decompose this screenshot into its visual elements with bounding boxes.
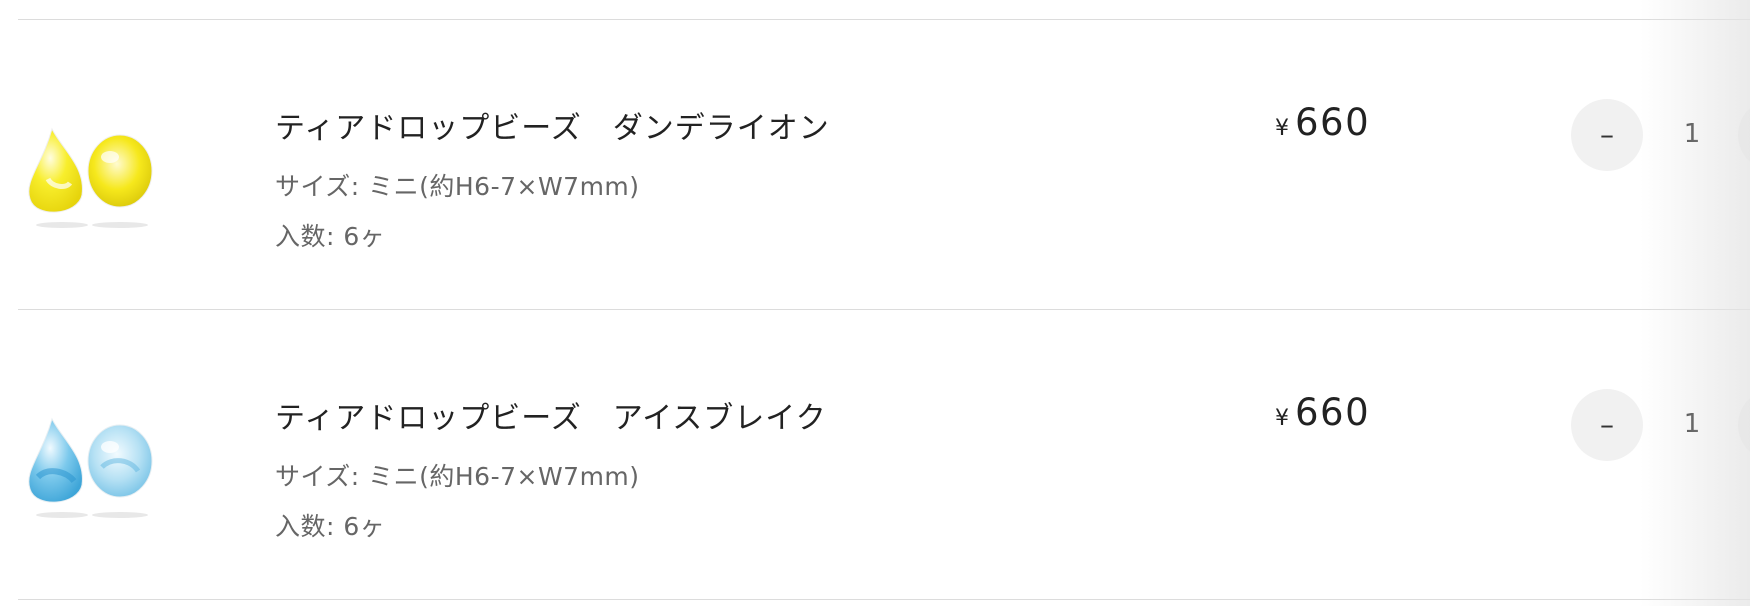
product-image[interactable]	[22, 107, 156, 231]
cart-item: ティアドロップビーズ ダンデライオン サイズ: ミニ(約H6-7×W7mm) 入…	[0, 19, 1750, 309]
price-amount: 660	[1295, 101, 1371, 144]
increase-quantity-button[interactable]	[1738, 389, 1750, 461]
cart-item: ティアドロップビーズ アイスブレイク サイズ: ミニ(約H6-7×W7mm) 入…	[0, 309, 1750, 599]
product-image[interactable]	[22, 397, 156, 521]
quantity-value: 1	[1683, 409, 1701, 439]
currency-symbol: ¥	[1275, 116, 1289, 141]
price-amount: 660	[1295, 391, 1371, 434]
count-option: 入数: 6ヶ	[275, 222, 386, 251]
count-option: 入数: 6ヶ	[275, 512, 386, 541]
decrease-quantity-button[interactable]: –	[1571, 99, 1643, 171]
increase-quantity-button[interactable]	[1738, 99, 1750, 171]
product-name[interactable]: ティアドロップビーズ アイスブレイク	[275, 393, 827, 437]
decrease-quantity-button[interactable]: –	[1571, 389, 1643, 461]
size-option: サイズ: ミニ(約H6-7×W7mm)	[275, 462, 640, 491]
quantity-value: 1	[1683, 119, 1701, 149]
size-option: サイズ: ミニ(約H6-7×W7mm)	[275, 172, 640, 201]
divider	[18, 599, 1750, 600]
currency-symbol: ¥	[1275, 406, 1289, 431]
price: ¥660	[1275, 101, 1370, 144]
product-name[interactable]: ティアドロップビーズ ダンデライオン	[275, 103, 830, 147]
price: ¥660	[1275, 391, 1370, 434]
